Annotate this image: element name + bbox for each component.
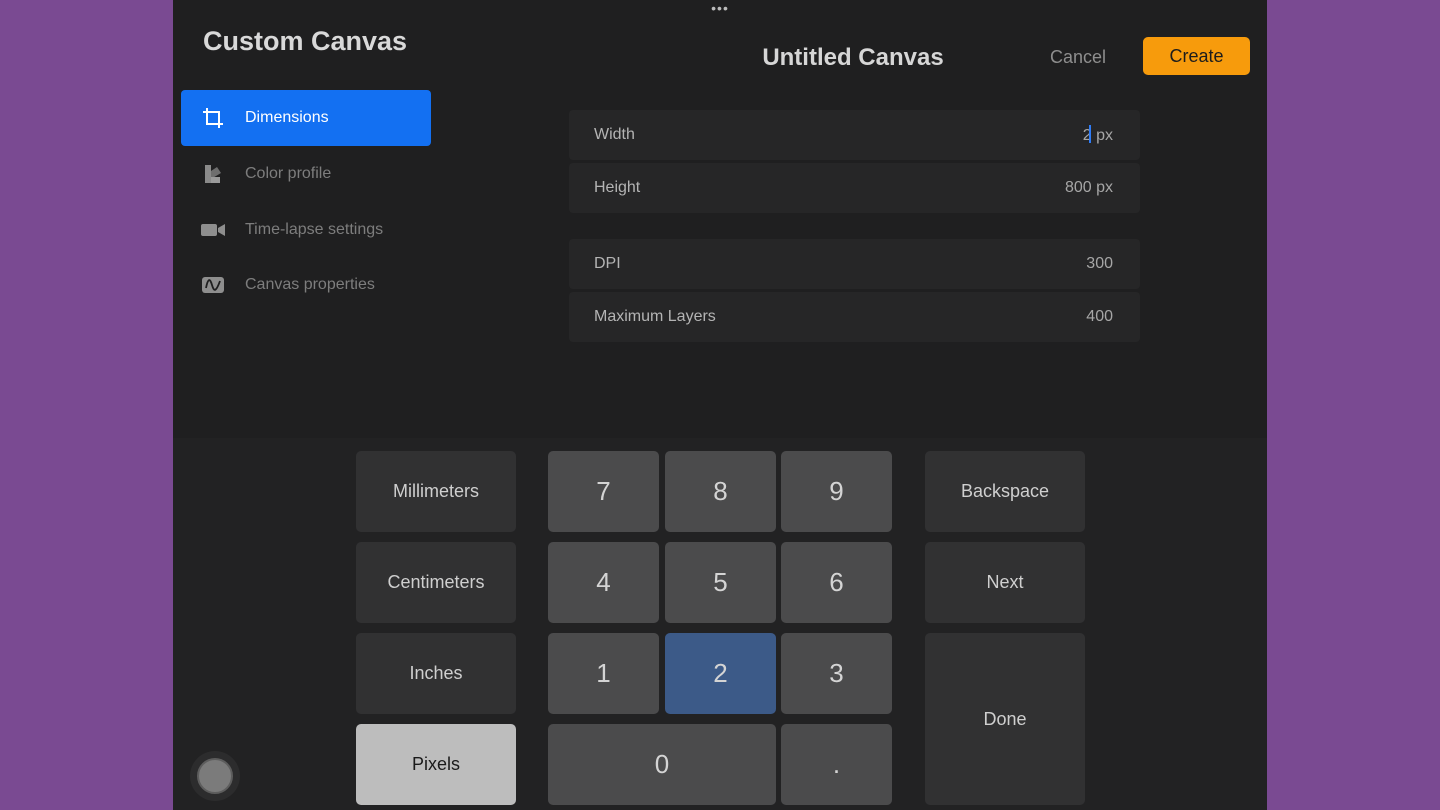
digit-7-key[interactable]: 7 (548, 451, 659, 532)
digit-1-key[interactable]: 1 (548, 633, 659, 714)
next-key[interactable]: Next (925, 542, 1085, 623)
sidebar-item-label: Dimensions (245, 109, 329, 126)
video-camera-icon (181, 222, 245, 238)
numeric-keypad: Millimeters Centimeters Inches Pixels 7 … (173, 438, 1267, 810)
dpi-label: DPI (594, 255, 621, 272)
height-field[interactable]: Height 800 px (569, 163, 1140, 213)
app-window: ••• Custom Canvas Dimensions Color profi… (173, 0, 1267, 810)
digit-6-key[interactable]: 6 (781, 542, 892, 623)
create-button[interactable]: Create (1143, 37, 1250, 75)
digit-5-key[interactable]: 5 (665, 542, 776, 623)
sidebar-item-color-profile[interactable]: Color profile (181, 146, 431, 202)
cancel-button[interactable]: Cancel (1035, 44, 1121, 70)
digit-3-key[interactable]: 3 (781, 633, 892, 714)
sidebar-item-dimensions[interactable]: Dimensions (181, 90, 431, 146)
digit-2-key[interactable]: 2 (665, 633, 776, 714)
digit-0-key[interactable]: 0 (548, 724, 776, 805)
dpi-field[interactable]: DPI 300 (569, 239, 1140, 289)
text-cursor (1088, 125, 1091, 143)
pixels-key[interactable]: Pixels (356, 724, 516, 805)
max-layers-value[interactable]: 400 (1086, 308, 1113, 326)
digit-9-key[interactable]: 9 (781, 451, 892, 532)
sidebar-item-label: Color profile (245, 165, 332, 182)
height-label: Height (594, 179, 641, 196)
width-value[interactable]: 2 px (1083, 125, 1113, 145)
centimeters-key[interactable]: Centimeters (356, 542, 516, 623)
color-profile-icon (181, 163, 245, 185)
height-value[interactable]: 800 px (1065, 179, 1113, 197)
dpi-value[interactable]: 300 (1086, 255, 1113, 273)
canvas-properties-icon (181, 276, 245, 294)
sidebar-title: Custom Canvas (203, 26, 408, 56)
width-label: Width (594, 126, 635, 143)
canvas-title: Untitled Canvas (762, 44, 944, 71)
done-key[interactable]: Done (925, 633, 1085, 805)
crop-icon (181, 107, 245, 129)
millimeters-key[interactable]: Millimeters (356, 451, 516, 532)
max-layers-field[interactable]: Maximum Layers 400 (569, 292, 1140, 342)
multitasking-dots-icon[interactable]: ••• (708, 1, 732, 15)
sidebar-item-time-lapse[interactable]: Time-lapse settings (181, 202, 431, 258)
max-layers-label: Maximum Layers (594, 308, 716, 325)
sidebar-item-label: Time-lapse settings (245, 221, 384, 238)
assistive-touch-icon (197, 758, 233, 794)
decimal-point-key[interactable]: . (781, 724, 892, 805)
sidebar-item-canvas-properties[interactable]: Canvas properties (181, 257, 431, 313)
backspace-key[interactable]: Backspace (925, 451, 1085, 532)
digit-8-key[interactable]: 8 (665, 451, 776, 532)
width-unit: px (1096, 127, 1113, 144)
assistive-touch-button[interactable] (190, 751, 240, 801)
digit-4-key[interactable]: 4 (548, 542, 659, 623)
sidebar-item-label: Canvas properties (245, 276, 375, 293)
width-field[interactable]: Width 2 px (569, 110, 1140, 160)
inches-key[interactable]: Inches (356, 633, 516, 714)
